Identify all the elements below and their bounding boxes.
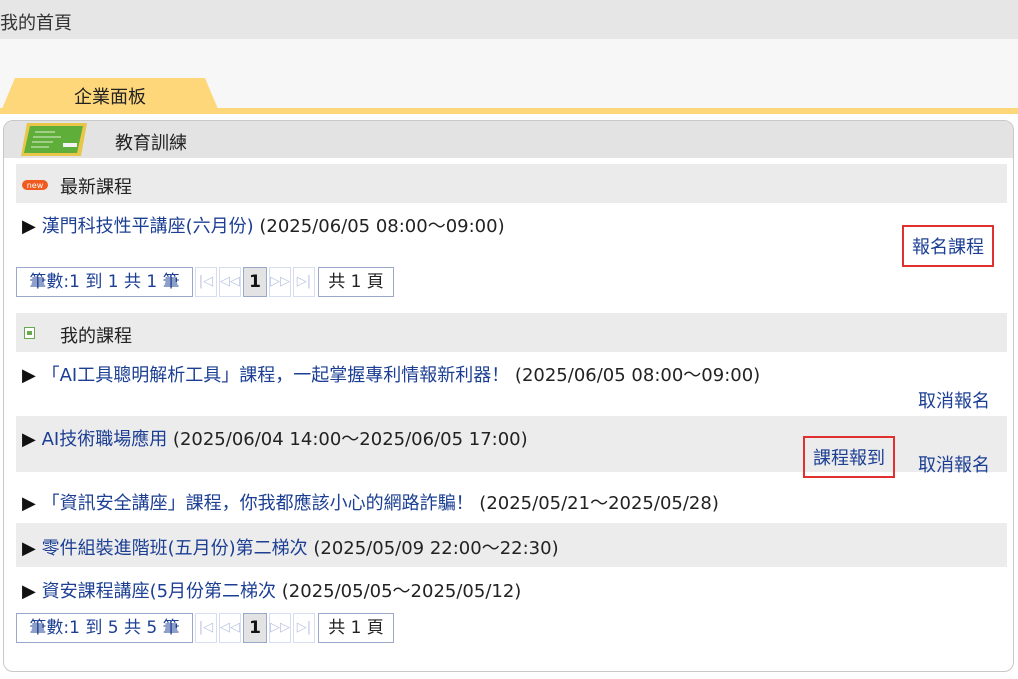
svg-text:new: new [27,181,44,190]
list-item: ▶ 「資訊安全講座」課程，你我都應該小心的網路詐騙！ (2025/05/21～2… [22,489,719,515]
total-pages: 共 1 頁 [318,267,394,297]
new-badge-icon: new [22,180,48,190]
bullet-arrow-icon: ▶ [22,216,36,237]
course-checkin-button[interactable]: 課程報到 [803,436,895,478]
section-title: 最新課程 [60,177,132,198]
bullet-arrow-icon: ▶ [22,429,36,450]
course-link[interactable]: 零件組裝進階班(五月份)第二梯次 [42,538,308,559]
course-date: (2025/06/05 08:00～09:00) [253,216,505,237]
chalkboard-icon [21,123,87,156]
list-item: ▶ 零件組裝進階班(五月份)第二梯次 (2025/05/09 22:00～22:… [22,534,559,560]
prev-page-icon[interactable]: ◁◁ [219,267,241,297]
course-link[interactable]: 資安課程講座(5月份第二梯次 [42,581,276,602]
panel-header: 教育訓練 [4,121,1013,158]
section-title: 我的課程 [60,326,132,347]
course-date: (2025/05/21～2025/05/28) [473,493,719,514]
course-link[interactable]: 漢門科技性平講座(六月份) [42,216,254,237]
section-latest-courses: new 最新課程 [16,164,1007,203]
record-summary: 筆數:1 到 5 共 5 筆 [16,613,193,643]
tab-underline [0,108,1018,114]
bullet-arrow-icon: ▶ [22,581,36,602]
record-summary: 筆數:1 到 1 共 1 筆 [16,267,193,297]
section-my-courses: 我的課程 [16,313,1007,352]
first-page-icon[interactable]: |◁ [195,613,217,643]
document-icon [24,327,35,339]
page-title: 我的首頁 [0,13,72,34]
bullet-arrow-icon: ▶ [22,365,36,386]
bullet-arrow-icon: ▶ [22,493,36,514]
next-page-icon[interactable]: ▷▷ [269,267,291,297]
course-date: (2025/05/09 22:00～22:30) [307,538,559,559]
current-page[interactable]: 1 [243,267,267,297]
panel-title: 教育訓練 [115,133,187,154]
last-page-icon[interactable]: ▷| [293,613,315,643]
course-date: (2025/05/05～2025/05/12) [276,581,522,602]
list-item: ▶ 資安課程講座(5月份第二梯次 (2025/05/05～2025/05/12) [22,577,521,603]
last-page-icon[interactable]: ▷| [293,267,315,297]
cancel-enrollment-button[interactable]: 取消報名 [918,387,990,413]
tab-label: 企業面板 [74,87,146,108]
list-item: ▶ AI技術職場應用 (2025/06/04 14:00～2025/06/05 … [22,425,528,451]
total-pages: 共 1 頁 [318,613,394,643]
list-item: ▶ 「AI工具聰明解析工具」課程，一起掌握專利情報新利器！ (2025/06/0… [22,361,760,387]
education-panel: 教育訓練 new 最新課程 ▶ 漢門科技性平講座(六月份) (2025/06/0… [3,120,1014,672]
next-page-icon[interactable]: ▷▷ [269,613,291,643]
current-page[interactable]: 1 [243,613,267,643]
tab-enterprise-panel[interactable]: 企業面板 [2,78,218,109]
prev-page-icon[interactable]: ◁◁ [219,613,241,643]
course-date: (2025/06/05 08:00～09:00) [509,365,761,386]
list-item: ▶ 漢門科技性平講座(六月份) (2025/06/05 08:00～09:00) [22,212,505,238]
cancel-enrollment-button[interactable]: 取消報名 [918,451,990,477]
course-link[interactable]: 「資訊安全講座」課程，你我都應該小心的網路詐騙！ [42,493,474,514]
course-link[interactable]: AI技術職場應用 [42,429,168,450]
enroll-course-button[interactable]: 報名課程 [902,225,994,267]
course-link[interactable]: 「AI工具聰明解析工具」課程，一起掌握專利情報新利器！ [42,365,510,386]
first-page-icon[interactable]: |◁ [195,267,217,297]
bullet-arrow-icon: ▶ [22,538,36,559]
course-date: (2025/06/04 14:00～2025/06/05 17:00) [167,429,528,450]
top-bar: 我的首頁 [0,0,1018,39]
